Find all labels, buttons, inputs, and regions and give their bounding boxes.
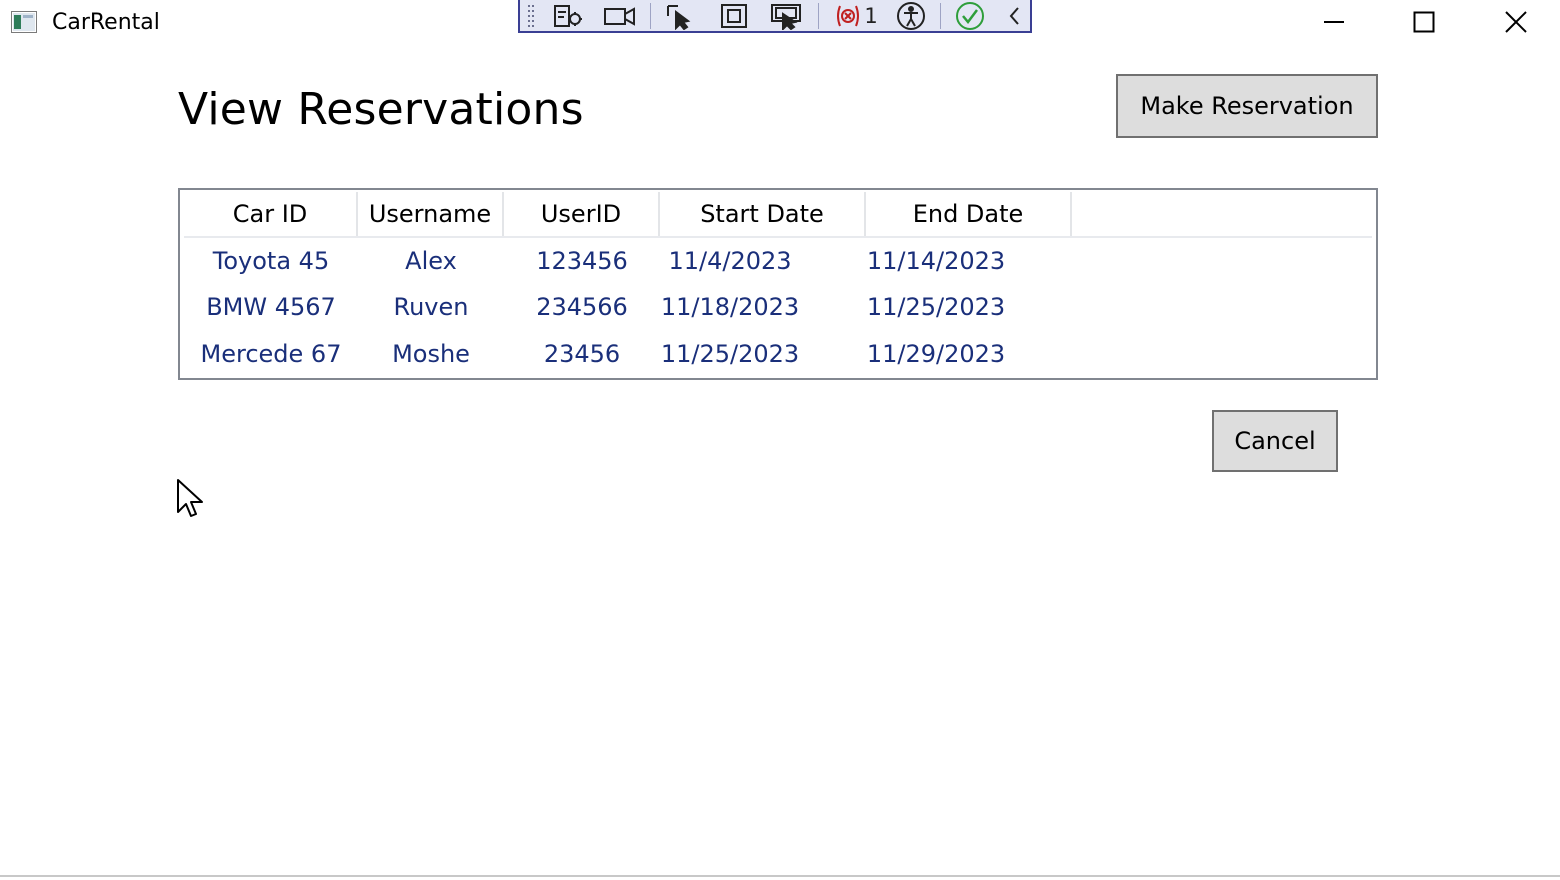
table-row[interactable]: Mercede 67 Moshe 23456 11/25/2023 11/29/… [184,331,1372,377]
cell-car-id: Toyota 45 [212,247,330,275]
window-bottom-edge [0,875,1560,877]
select-element-icon[interactable] [658,1,704,31]
cell-userid: 234566 [536,293,628,321]
cell-start-date-text: 11/25/2023 [660,340,800,368]
cell-end-date-text: 11/25/2023 [866,293,1006,321]
column-header-car-id[interactable]: Car ID [184,192,358,236]
cell-start-date: 11/4/2023 [660,238,866,284]
cell-end-date-text: 11/14/2023 [866,247,1006,275]
mouse-cursor-icon [176,478,206,524]
cancel-button[interactable]: Cancel [1212,410,1338,472]
make-reservation-button[interactable]: Make Reservation [1116,74,1378,138]
cell-car-id: BMW 4567 [206,293,336,321]
cell-username: Moshe [392,340,470,368]
checkmark-icon[interactable] [948,1,992,31]
cell-username: Ruven [393,293,469,321]
accessibility-icon[interactable] [890,1,932,31]
binding-failures-icon[interactable]: 1 [826,1,886,31]
cell-start-date-text: 11/18/2023 [660,293,800,321]
cell-end-date: 11/14/2023 [866,238,1072,284]
cell-start-date: 11/18/2023 [660,284,866,330]
cell-start-date: 11/25/2023 [660,331,866,377]
app-icon [11,11,37,33]
window-title: CarRental [52,10,160,35]
binding-failures-count: 1 [864,4,878,28]
cell-end-date-text: 11/29/2023 [866,340,1006,368]
maximize-icon [1413,11,1435,33]
cell-start-date-text: 11/4/2023 [668,247,792,275]
cell-end-date: 11/25/2023 [866,284,1072,330]
column-header-end-date[interactable]: End Date [866,192,1072,236]
column-header-username[interactable]: Username [358,192,504,236]
cell-username: Alex [405,247,457,275]
table-row[interactable]: BMW 4567 Ruven 234566 11/18/2023 11/25/2… [184,284,1372,330]
close-icon [1505,11,1527,33]
close-button[interactable] [1472,0,1560,44]
camera-icon[interactable] [598,1,642,31]
cell-userid: 23456 [543,340,621,368]
column-header-userid[interactable]: UserID [504,192,660,236]
grid-header: Car ID Username UserID Start Date End Da… [184,192,1372,238]
track-focus-icon[interactable] [764,1,810,31]
debug-toolbar: 1 [518,0,1032,33]
minimize-button[interactable] [1290,0,1378,44]
page-title: View Reservations [178,84,584,135]
cell-userid: 123456 [536,247,628,275]
cell-car-id: Mercede 67 [200,340,342,368]
table-row[interactable]: Toyota 45 Alex 123456 11/4/2023 11/14/20… [184,238,1372,284]
adorner-icon[interactable] [712,1,756,31]
column-header-start-date[interactable]: Start Date [660,192,866,236]
minimize-icon [1324,21,1344,23]
cell-end-date: 11/29/2023 [866,331,1072,377]
visual-tree-icon[interactable] [546,1,590,31]
collapse-chevron-icon[interactable] [1000,1,1028,31]
reservations-grid[interactable]: Car ID Username UserID Start Date End Da… [178,188,1378,380]
grip-icon[interactable] [524,1,538,31]
maximize-button[interactable] [1380,0,1468,44]
